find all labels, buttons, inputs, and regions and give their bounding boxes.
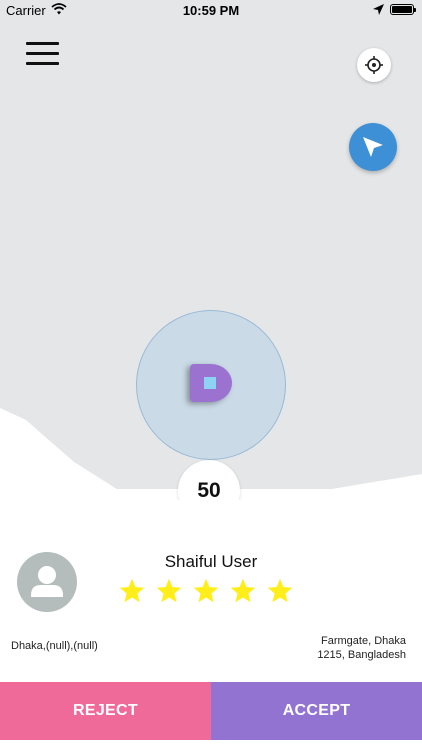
star-icon xyxy=(230,578,256,603)
reject-button[interactable]: REJECT xyxy=(0,682,211,740)
crosshair-icon xyxy=(365,56,383,74)
status-bar: Carrier 10:59 PM xyxy=(0,0,422,22)
map-view[interactable] xyxy=(0,0,422,500)
current-location-button[interactable] xyxy=(357,48,391,82)
navigate-button[interactable] xyxy=(349,123,397,171)
location-arrow-icon xyxy=(373,4,384,15)
dropoff-line-2: 1215, Bangladesh xyxy=(317,649,406,661)
user-name: Shaiful User xyxy=(164,552,258,571)
star-icon xyxy=(156,578,182,603)
star-icon xyxy=(119,578,145,603)
clock: 10:59 PM xyxy=(182,3,240,18)
driver-marker-icon[interactable] xyxy=(190,364,232,404)
star-icon xyxy=(193,578,219,603)
battery-icon xyxy=(390,4,416,15)
navigation-arrow-icon xyxy=(363,137,383,157)
accept-button[interactable]: ACCEPT xyxy=(211,682,422,740)
dropoff-address: Farmgate, Dhaka 1215, Bangladesh xyxy=(317,634,406,662)
pickup-address: Dhaka,(null),(null) xyxy=(11,640,98,652)
rating-stars xyxy=(118,577,294,605)
menu-icon[interactable] xyxy=(26,42,59,66)
dropoff-line-1: Farmgate, Dhaka xyxy=(321,635,406,647)
star-icon xyxy=(267,578,293,603)
